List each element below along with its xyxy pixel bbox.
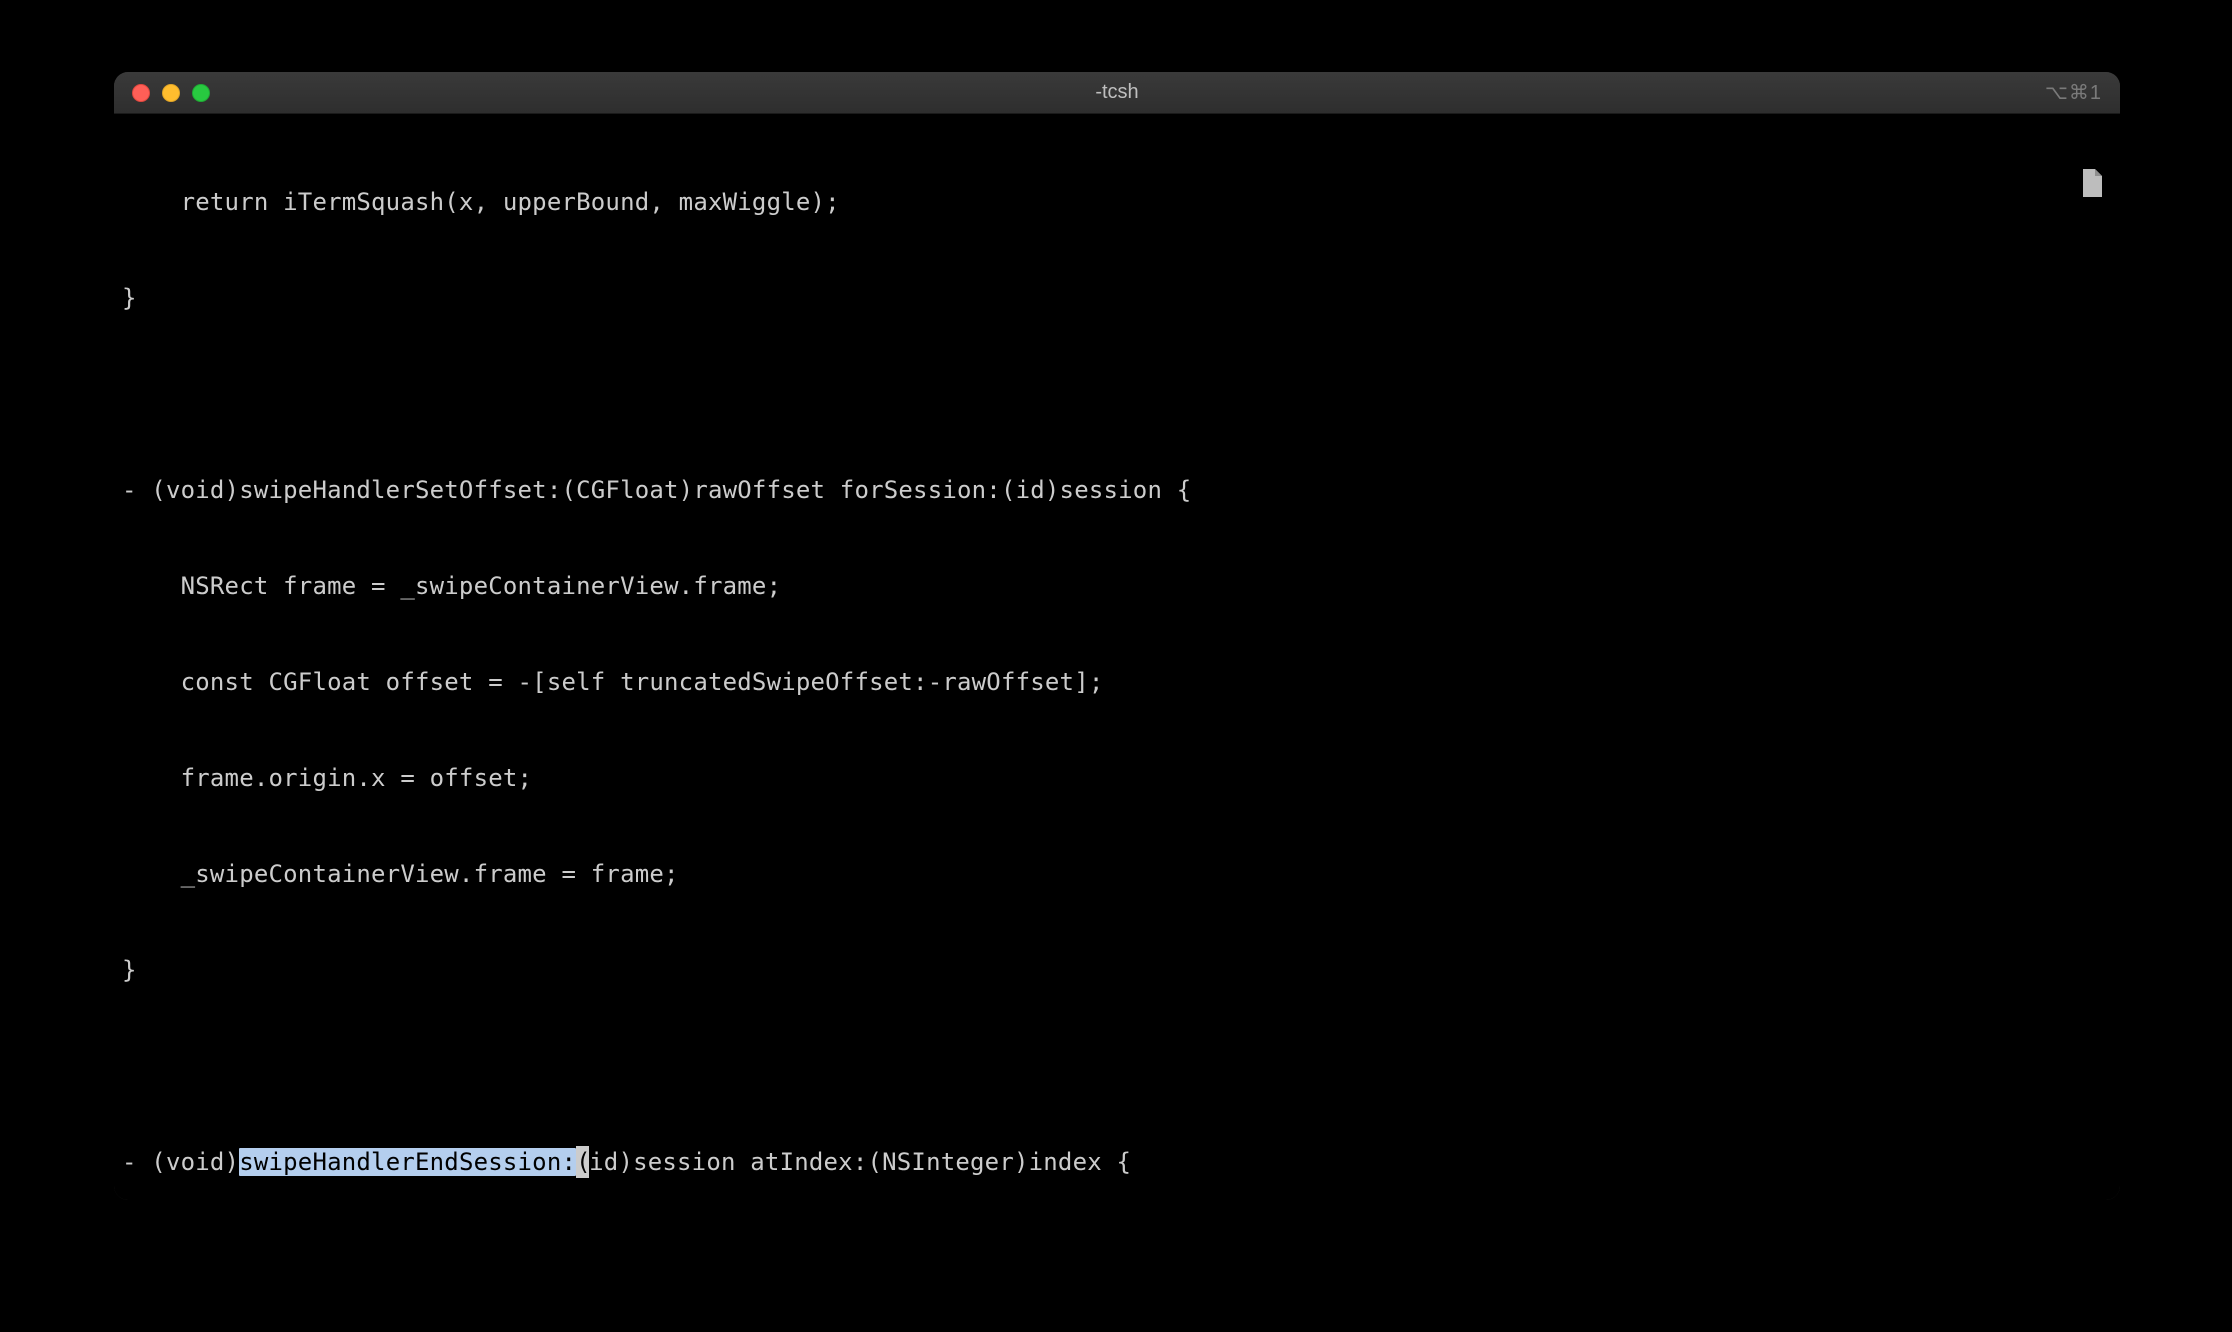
window-title: -tcsh (114, 81, 2120, 104)
code-text[interactable]: id)session atIndex:(NSInteger)index { (589, 1148, 1131, 1176)
traffic-lights (114, 84, 210, 102)
code-line[interactable]: _swipeContainerView.frame = frame; (122, 858, 2112, 890)
code-line[interactable]: - (void)swipeHandlerSetOffset:(CGFloat)r… (122, 474, 2112, 506)
code-line[interactable] (122, 1050, 2112, 1082)
code-line[interactable] (122, 378, 2112, 410)
code-content[interactable]: return iTermSquash(x, upperBound, maxWig… (122, 122, 2112, 1200)
document-icon[interactable] (2080, 169, 2102, 197)
code-text[interactable]: - (void) (122, 1148, 239, 1176)
selection-highlight[interactable]: swipeHandlerEndSession: (239, 1148, 576, 1176)
code-line[interactable]: } (122, 954, 2112, 986)
code-line[interactable]: const CGFloat offset = -[self truncatedS… (122, 666, 2112, 698)
code-line[interactable]: } (122, 282, 2112, 314)
code-line[interactable]: - (void)swipeHandlerEndSession:(id)sessi… (122, 1146, 2112, 1178)
code-line[interactable]: return iTermSquash(x, upperBound, maxWig… (122, 186, 2112, 218)
code-line[interactable]: NSRect frame = _swipeContainerView.frame… (122, 570, 2112, 602)
text-cursor: ( (576, 1146, 589, 1178)
minimize-button[interactable] (162, 84, 180, 102)
terminal-body[interactable]: return iTermSquash(x, upperBound, maxWig… (114, 114, 2120, 1200)
maximize-button[interactable] (192, 84, 210, 102)
titlebar[interactable]: -tcsh ⌥⌘1 (114, 72, 2120, 114)
window-shortcut: ⌥⌘1 (2045, 80, 2102, 105)
code-line[interactable]: frame.origin.x = offset; (122, 762, 2112, 794)
terminal-window: -tcsh ⌥⌘1 return iTermSquash(x, upperBou… (114, 72, 2120, 1200)
close-button[interactable] (132, 84, 150, 102)
